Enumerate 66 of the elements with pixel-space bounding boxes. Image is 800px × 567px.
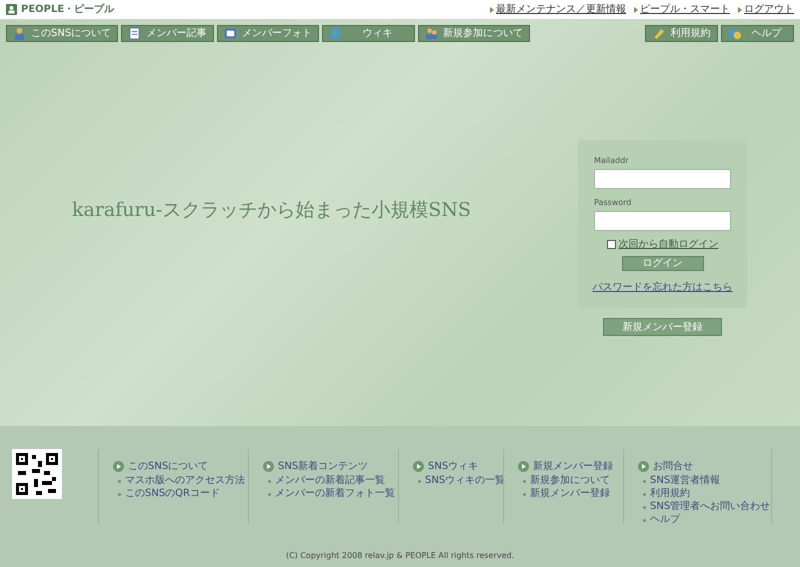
field-label: Mailaddr xyxy=(594,155,630,167)
footer-link[interactable]: SNS運営者情報 xyxy=(650,475,720,487)
notepad-icon xyxy=(128,27,142,40)
bullet-icon xyxy=(643,506,646,508)
header-link[interactable]: 最新メンテナンス／更新情報 xyxy=(496,2,626,17)
arrow-icon xyxy=(738,6,742,12)
footer-link[interactable]: メンバーの新着記事一覧 xyxy=(275,475,385,487)
field-label: Password xyxy=(594,197,632,209)
play-icon xyxy=(113,461,124,472)
footer-link[interactable]: SNS管理者へお問い合わせ xyxy=(650,501,770,513)
footer-heading-link[interactable]: SNSウィキ xyxy=(428,459,478,474)
login-button[interactable]: ログイン xyxy=(622,256,704,271)
person-icon xyxy=(13,27,26,40)
bullet-icon xyxy=(643,518,646,522)
nav-button[interactable]: メンバーフォト xyxy=(217,25,320,42)
footer-heading-link[interactable]: 新規メンバー登録 xyxy=(533,459,613,474)
header-link[interactable]: ログアウト xyxy=(744,2,794,17)
nav-button[interactable]: メンバー記事 xyxy=(121,25,214,42)
bullet-icon xyxy=(523,492,526,496)
play-icon xyxy=(518,461,529,472)
arrow-icon xyxy=(634,6,638,12)
auto-login-link[interactable]: 次回から自動ログイン xyxy=(618,237,718,252)
nav-button[interactable]: このSNSについて xyxy=(6,25,118,42)
forgot-password-link[interactable]: パスワードを忘れた方はこちら xyxy=(592,280,732,295)
arrow-icon xyxy=(490,6,494,12)
copyright-text: (C) Copyright 2008 relav.jp & PEOPLE All rights reserved. xyxy=(284,550,516,562)
footer-link[interactable]: メンバーの新着フォト一覧 xyxy=(275,488,395,500)
qr-code-icon xyxy=(12,449,62,499)
bullet-icon xyxy=(268,492,271,496)
footer-heading-link[interactable]: SNS新着コンテンツ xyxy=(278,459,368,474)
site-logo[interactable]: PEOPLE・ピープル xyxy=(21,2,114,17)
globe-icon xyxy=(329,27,342,40)
bullet-icon xyxy=(268,480,271,482)
nav-button[interactable]: ウィキ xyxy=(322,25,416,42)
footer-heading-link[interactable]: お問合せ xyxy=(653,459,693,474)
pencil-icon xyxy=(652,27,665,40)
password-input[interactable] xyxy=(594,211,731,231)
bullet-icon xyxy=(643,492,646,496)
bullet-icon xyxy=(118,492,121,496)
play-icon xyxy=(638,461,649,472)
footer-link[interactable]: 新規メンバー登録 xyxy=(530,488,610,500)
footer-heading-link[interactable]: このSNSについて xyxy=(128,459,208,474)
help-icon xyxy=(728,27,741,40)
bullet-icon xyxy=(523,480,526,482)
mail-input[interactable] xyxy=(594,169,731,189)
person-icon xyxy=(6,4,17,15)
nav-button[interactable]: ヘルプ xyxy=(721,25,794,42)
bullet-icon xyxy=(418,480,421,482)
checkbox[interactable] xyxy=(606,240,616,249)
play-icon xyxy=(263,461,274,472)
hero-title: karafuru-スクラッチから始まった小規模SNS xyxy=(72,198,471,223)
footer-link[interactable]: マスホ版へのアクセス方法 xyxy=(125,475,245,487)
bullet-icon xyxy=(118,480,121,482)
footer-link[interactable]: 新規参加について xyxy=(530,475,610,487)
people-icon xyxy=(425,27,438,40)
header-link[interactable]: ピープル・スマート xyxy=(640,2,730,17)
nav-button[interactable]: 新規参加について xyxy=(418,25,530,42)
picture-icon xyxy=(224,27,238,40)
footer-link[interactable]: SNSウィキの一覧 xyxy=(425,475,506,487)
register-button[interactable]: 新規メンバー登録 xyxy=(603,318,722,336)
play-icon xyxy=(413,461,424,472)
bullet-icon xyxy=(643,480,646,482)
nav-button[interactable]: 利用規約 xyxy=(645,25,718,42)
footer-link[interactable]: 利用規約 xyxy=(650,488,690,500)
footer-link[interactable]: このSNSのQRコード xyxy=(125,488,220,500)
footer-link[interactable]: ヘルプ xyxy=(650,514,680,526)
